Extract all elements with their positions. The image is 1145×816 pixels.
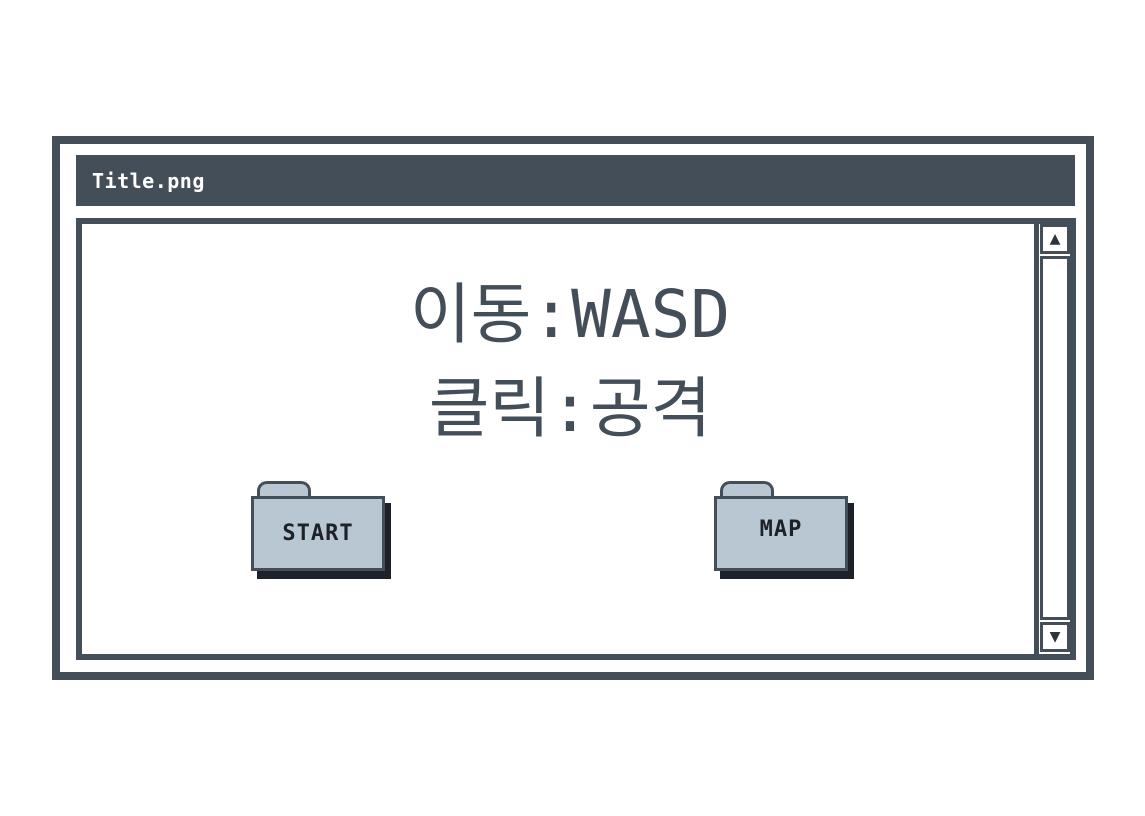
- map-button[interactable]: MAP: [714, 481, 854, 579]
- map-button-label: MAP: [759, 517, 803, 542]
- window-title: Title.png: [92, 169, 205, 193]
- controls-instructions: 이동:WASD 클릭:공격: [280, 268, 860, 456]
- attack-instruction: 클릭:공격: [428, 370, 712, 447]
- arrow-down-icon: ▼: [1049, 626, 1061, 647]
- scroll-up-button[interactable]: ▲: [1040, 224, 1070, 254]
- move-instruction: 이동:WASD: [409, 276, 731, 353]
- arrow-up-icon: ▲: [1049, 228, 1061, 249]
- start-button-label: START: [282, 521, 354, 546]
- folder-icon: MAP: [714, 496, 848, 571]
- scrollbar-track[interactable]: [1040, 256, 1070, 620]
- folder-icon: START: [251, 496, 385, 571]
- scroll-down-button[interactable]: ▼: [1040, 622, 1070, 652]
- title-bar[interactable]: Title.png: [76, 155, 1075, 206]
- start-button[interactable]: START: [251, 481, 391, 579]
- page: Title.png ▲ ▼ 이동:WASD 클릭:공격 START MAP: [0, 0, 1145, 816]
